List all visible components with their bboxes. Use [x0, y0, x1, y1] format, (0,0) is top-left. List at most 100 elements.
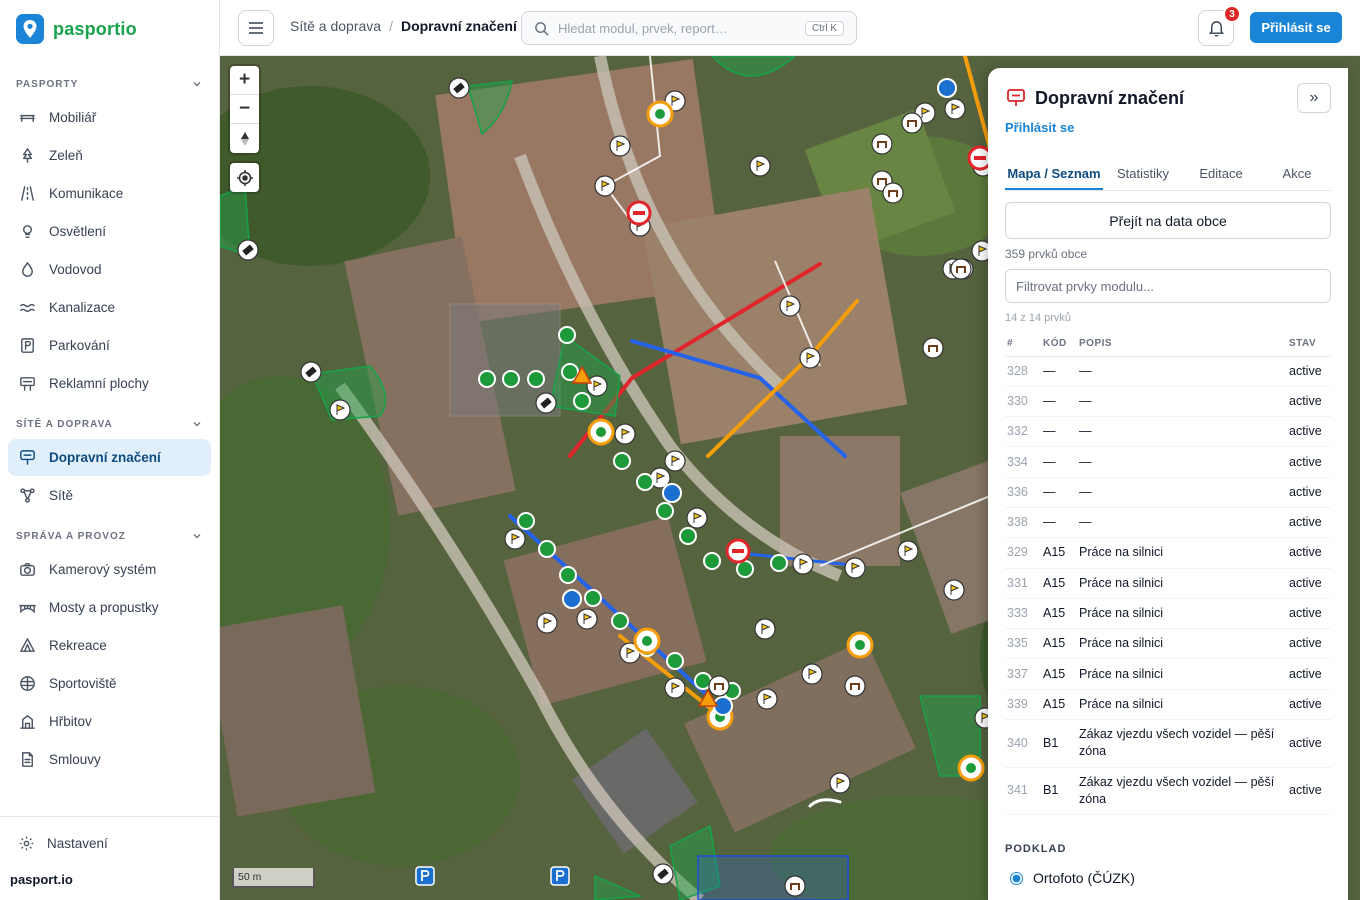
- water-drop-icon: [22, 262, 33, 277]
- sign-marker: [749, 155, 771, 177]
- row-description: Zákaz vjezdu všech vozidel — pěší zóna: [1077, 767, 1287, 816]
- sidebar-item-1-1[interactable]: Sítě: [8, 477, 211, 514]
- col-status-header[interactable]: STAV: [1287, 332, 1331, 357]
- row-status: active: [1287, 628, 1331, 660]
- collapse-panel-button[interactable]: »: [1297, 83, 1331, 113]
- section-header-2[interactable]: SPRÁVA A PROVOZ: [0, 522, 219, 550]
- sidebar-item-1-0[interactable]: Dopravní značení: [8, 439, 211, 476]
- sidebar-item-2-4[interactable]: Hřbitov: [8, 703, 211, 740]
- locate-me-button[interactable]: [230, 163, 259, 192]
- basemap-option-label: Ortofoto (ČÚZK): [1033, 870, 1135, 886]
- sign-marker: [844, 557, 866, 579]
- row-id: 335: [1005, 628, 1041, 660]
- tab-statistics[interactable]: Statistiky: [1103, 154, 1183, 190]
- sidebar-item-2-1[interactable]: Mosty a propustky: [8, 589, 211, 626]
- sidebar-item-0-0[interactable]: Mobiliář: [8, 99, 211, 136]
- table-row[interactable]: 336— — active: [1005, 477, 1331, 508]
- col-id-header[interactable]: #: [1005, 332, 1041, 357]
- row-code: —: [1041, 477, 1077, 508]
- sign-marker: [792, 553, 814, 575]
- table-row[interactable]: 333 A15 Práce na silnici active: [1005, 598, 1331, 630]
- green-marker: [613, 452, 631, 470]
- compass-icon: [240, 131, 249, 146]
- table-row[interactable]: 329 A15 Práce na silnici active: [1005, 537, 1331, 569]
- table-row[interactable]: 331 A15 Práce na silnici active: [1005, 568, 1331, 599]
- row-description: Práce na silnici: [1077, 598, 1287, 630]
- tab-map-list[interactable]: Mapa / Seznam: [1005, 154, 1103, 190]
- sidebar-item-0-3[interactable]: Osvětlení: [8, 213, 211, 250]
- row-code: A15: [1041, 598, 1077, 630]
- sidebar-item-0-4[interactable]: Vodovod: [8, 251, 211, 288]
- network-icon: [20, 488, 35, 503]
- row-code: B1: [1041, 767, 1077, 816]
- section-header-1[interactable]: SÍTĚ A DOPRAVA: [0, 410, 219, 438]
- basemap-option[interactable]: Ortofoto (ČÚZK): [1010, 870, 1135, 886]
- go-to-municipality-data-button[interactable]: Přejít na data obce: [1005, 202, 1331, 239]
- green-marker: [502, 370, 520, 388]
- app-logo[interactable]: pasportio: [16, 14, 137, 44]
- sidebar-item-label: Rekreace: [49, 638, 107, 653]
- sidebar-item-0-5[interactable]: Kanalizace: [8, 289, 211, 326]
- table-row[interactable]: 337 A15 Práce na silnici active: [1005, 658, 1331, 690]
- sidebar-item-0-6[interactable]: Parkování: [8, 327, 211, 364]
- table-row[interactable]: 332— — active: [1005, 416, 1331, 448]
- tab-actions[interactable]: Akce: [1259, 154, 1335, 190]
- row-code: —: [1041, 386, 1077, 418]
- sidebar-item-2-3[interactable]: Sportoviště: [8, 665, 211, 702]
- cemetery-icon: [20, 715, 35, 729]
- table-row[interactable]: 339 A15 Práce na silnici active: [1005, 689, 1331, 721]
- col-description-header[interactable]: POPIS: [1077, 332, 1287, 357]
- search-input[interactable]: [558, 20, 796, 36]
- col-code-header[interactable]: KÓD: [1041, 332, 1077, 357]
- sidebar-item-0-2[interactable]: Komunikace: [8, 175, 211, 212]
- layer-panel: Dopravní značení » Přihlásit se Mapa / S…: [988, 68, 1348, 900]
- table-row[interactable]: 340 B1 Zákaz vjezdu všech vozidel — pěší z…: [1005, 719, 1331, 768]
- table-row[interactable]: 341 B1 Zákaz vjezdu všech vozidel — pěší z…: [1005, 767, 1331, 816]
- sidebar-item-label: Reklamní plochy: [49, 376, 149, 391]
- row-status: active: [1287, 568, 1331, 599]
- sign-marker: [897, 540, 919, 562]
- parking-icon: [21, 338, 34, 353]
- filter-input[interactable]: [1005, 269, 1331, 303]
- tab-editing[interactable]: Editace: [1183, 154, 1259, 190]
- section-header-0[interactable]: PASPORTY: [0, 70, 219, 98]
- zoom-out-button[interactable]: −: [230, 95, 259, 124]
- table-row[interactable]: 328— — active: [1005, 356, 1331, 387]
- sign-marker: [754, 618, 776, 640]
- breadcrumb-parent[interactable]: Sítě a doprava: [290, 18, 381, 34]
- table-row[interactable]: 334— — active: [1005, 446, 1331, 478]
- table-row[interactable]: 338— — active: [1005, 507, 1331, 539]
- settings-link[interactable]: Nastavení: [18, 835, 108, 852]
- sign-marker: [329, 399, 351, 421]
- table-row[interactable]: 335 A15 Práce na silnici active: [1005, 628, 1331, 660]
- sidebar-item-label: Dopravní značení: [49, 450, 161, 465]
- global-search[interactable]: Ctrl K: [521, 11, 857, 45]
- sidebar-item-2-2[interactable]: Rekreace: [8, 627, 211, 664]
- sidebar-item-2-0[interactable]: Kamerový systém: [8, 551, 211, 588]
- sign-marker: [779, 295, 801, 317]
- camera-marker: [535, 392, 557, 414]
- scale-bar: 50 m: [232, 868, 315, 888]
- menu-button[interactable]: [238, 10, 274, 46]
- sidebar-item-2-5[interactable]: Smlouvy: [8, 741, 211, 778]
- sidebar-item-0-7[interactable]: Reklamní plochy: [8, 365, 211, 402]
- sidebar-item-label: Hřbitov: [49, 714, 92, 729]
- row-description: Zákaz vjezdu všech vozidel — pěší zóna: [1077, 719, 1287, 768]
- sign-marker: [756, 688, 778, 710]
- hamburger-icon: [249, 22, 263, 34]
- row-description: Práce na silnici: [1077, 689, 1287, 721]
- notifications-button[interactable]: 3: [1198, 5, 1241, 46]
- zoom-in-button[interactable]: +: [230, 66, 259, 95]
- row-id: 340: [1005, 719, 1041, 768]
- green-marker: [679, 527, 697, 545]
- sidebar-item-0-1[interactable]: Zeleň: [8, 137, 211, 174]
- basemap-radio[interactable]: [1010, 871, 1023, 885]
- table-row[interactable]: 330— — active: [1005, 386, 1331, 418]
- municipality-count: 359 prvků obce: [1005, 247, 1088, 261]
- reset-north-button[interactable]: [230, 124, 259, 153]
- sign-marker: [686, 507, 708, 529]
- login-button[interactable]: Přihlásit se: [1250, 12, 1342, 43]
- panel-login-link[interactable]: Přihlásit se: [1005, 120, 1074, 135]
- road-icon: [21, 186, 34, 201]
- row-code: A15: [1041, 658, 1077, 690]
